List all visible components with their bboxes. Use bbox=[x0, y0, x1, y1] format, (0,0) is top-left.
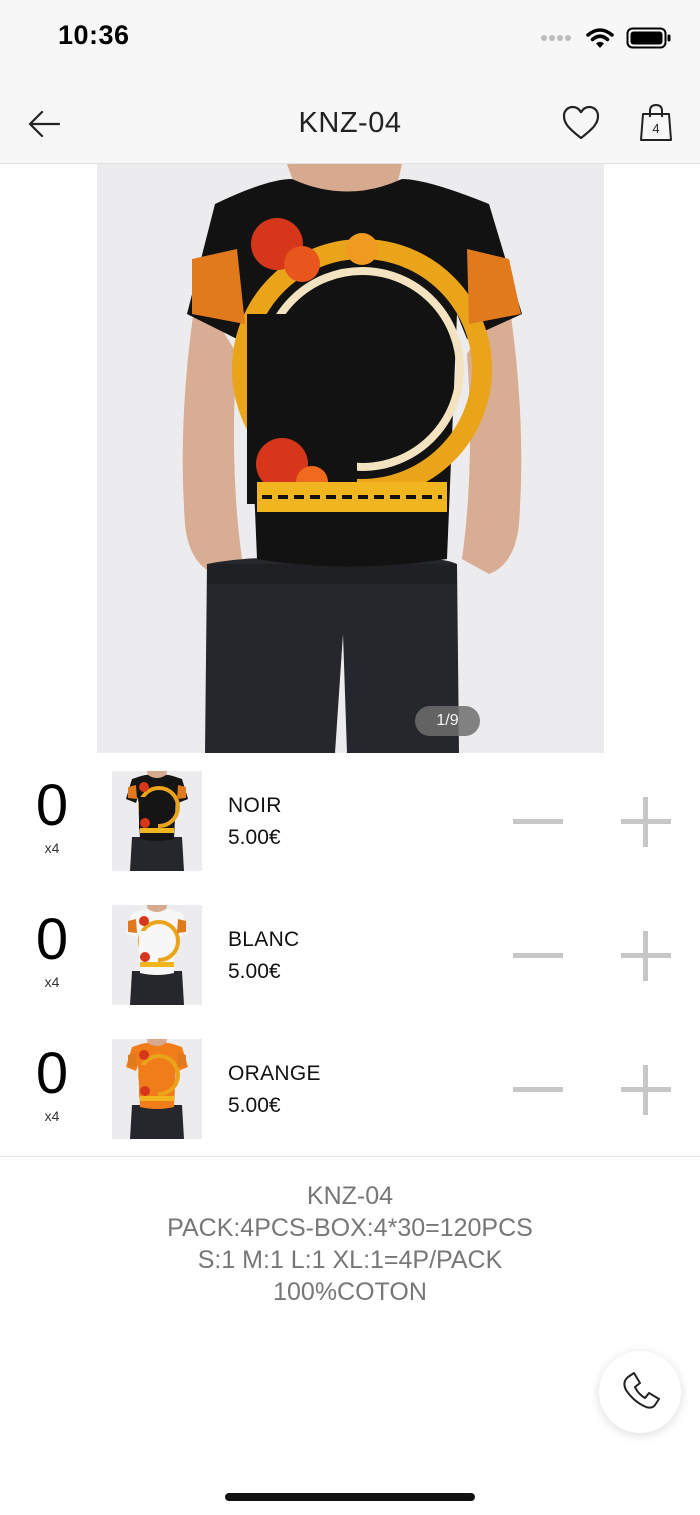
decrease-quantity-button[interactable] bbox=[510, 796, 566, 846]
cart-count-badge: 4 bbox=[652, 121, 660, 136]
image-counter: 1/9 bbox=[415, 706, 480, 736]
heart-icon bbox=[562, 105, 600, 140]
description-line: PACK:4PCS-BOX:4*30=120PCS bbox=[167, 1214, 533, 1242]
description-line: KNZ-04 bbox=[306, 1182, 394, 1210]
wifi-icon bbox=[586, 28, 614, 48]
increase-quantity-button[interactable] bbox=[618, 930, 674, 986]
favorite-button[interactable] bbox=[558, 100, 604, 146]
decrease-quantity-button[interactable] bbox=[510, 1064, 566, 1114]
battery-icon bbox=[626, 27, 671, 49]
quantity-value: 0 bbox=[35, 907, 69, 972]
cart-button[interactable]: 4 bbox=[634, 100, 678, 146]
phone-icon bbox=[623, 1372, 660, 1409]
arrow-left-icon bbox=[28, 110, 61, 138]
increase-quantity-button[interactable] bbox=[618, 1064, 674, 1120]
product-image[interactable]: 1/9 bbox=[97, 164, 604, 753]
variant-price: 5.00€ bbox=[228, 960, 281, 983]
quantity-value: 0 bbox=[35, 773, 69, 838]
variant-price: 5.00€ bbox=[228, 826, 281, 849]
variant-thumbnail[interactable] bbox=[112, 771, 202, 871]
description-line: 100%COTON bbox=[273, 1278, 427, 1306]
product-description: KNZ-04 PACK:4PCS-BOX:4*30=120PCS S:1 M:1… bbox=[0, 1180, 700, 1308]
shirt-thumbnail-image bbox=[112, 905, 202, 1005]
home-indicator bbox=[225, 1493, 475, 1501]
description-line: S:1 M:1 L:1 XL:1=4P/PACK bbox=[197, 1246, 503, 1274]
variant-name: ORANGE bbox=[228, 1062, 321, 1085]
pack-multiplier: x4 bbox=[44, 1108, 60, 1124]
increase-quantity-button[interactable] bbox=[618, 796, 674, 852]
variant-price: 5.00€ bbox=[228, 1094, 281, 1117]
variant-thumbnail[interactable] bbox=[112, 905, 202, 1005]
quantity-value: 0 bbox=[35, 1041, 69, 1106]
status-icons bbox=[540, 24, 672, 52]
pack-multiplier: x4 bbox=[44, 974, 60, 990]
variant-row: 0 x4 ORANGE 5.00€ bbox=[0, 1022, 700, 1157]
decrease-quantity-button[interactable] bbox=[510, 930, 566, 980]
shirt-thumbnail-image bbox=[112, 1039, 202, 1139]
navigation-bar: KNZ-04 4 bbox=[0, 80, 700, 164]
variant-name: BLANC bbox=[228, 928, 300, 951]
back-button[interactable] bbox=[22, 102, 66, 146]
signal-icon bbox=[541, 35, 571, 41]
call-button[interactable] bbox=[599, 1351, 681, 1433]
variant-row: 0 x4 NOIR 5.00€ bbox=[0, 754, 700, 889]
pack-multiplier: x4 bbox=[44, 840, 60, 856]
product-gallery: 1/9 bbox=[0, 164, 700, 754]
model-shirt-image bbox=[97, 164, 604, 753]
variant-row: 0 x4 BLANC 5.00€ bbox=[0, 888, 700, 1023]
status-bar: 10:36 bbox=[0, 0, 700, 80]
variant-thumbnail[interactable] bbox=[112, 1039, 202, 1139]
variant-name: NOIR bbox=[228, 794, 282, 817]
status-time: 10:36 bbox=[58, 20, 130, 50]
shirt-thumbnail-image bbox=[112, 771, 202, 871]
